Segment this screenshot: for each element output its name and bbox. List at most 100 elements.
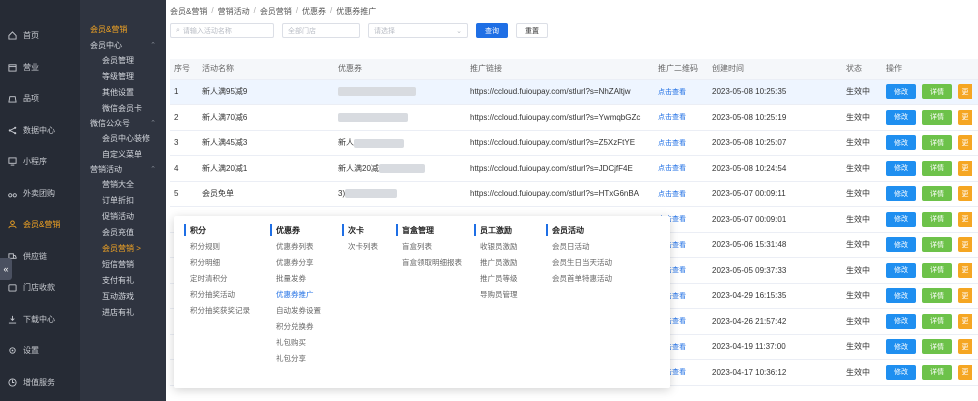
more-button[interactable]: 更: [958, 186, 972, 202]
mega-menu-link[interactable]: 盲盒列表: [396, 241, 462, 252]
nav-item[interactable]: 门店收款: [0, 272, 80, 304]
edit-button[interactable]: 修改: [886, 262, 916, 278]
nav-item[interactable]: 小程序: [0, 146, 80, 178]
submenu-item[interactable]: 进店有礼: [80, 304, 166, 320]
nav-item[interactable]: 营业: [0, 52, 80, 84]
edit-button[interactable]: 修改: [886, 288, 916, 304]
nav-item[interactable]: 供应链: [0, 241, 80, 273]
edit-button[interactable]: 修改: [886, 211, 916, 227]
mega-menu-link[interactable]: 批量发券: [270, 273, 321, 284]
table-row[interactable]: 1 新人满95减9 https://ccloud.fuioupay.com/stlu…: [170, 79, 978, 105]
nav-item[interactable]: 会员&营销: [0, 209, 80, 241]
mega-menu-link[interactable]: 积分明细: [184, 257, 250, 268]
mega-menu-link[interactable]: 优惠券推广: [270, 289, 321, 300]
detail-button[interactable]: 详情: [922, 160, 952, 176]
mega-menu-link[interactable]: 优惠券分享: [270, 257, 321, 268]
edit-button[interactable]: 修改: [886, 339, 916, 355]
nav-item[interactable]: 下载中心: [0, 304, 80, 336]
more-button[interactable]: 更: [958, 237, 972, 253]
view-qr-link[interactable]: 点击查看: [658, 114, 686, 121]
mega-menu-link[interactable]: 收银员激励: [474, 241, 518, 252]
detail-button[interactable]: 详情: [922, 135, 952, 151]
mega-menu-link[interactable]: 导购员管理: [474, 289, 518, 300]
detail-button[interactable]: 详情: [922, 364, 952, 380]
mega-menu-link[interactable]: 自动发券设置: [270, 305, 321, 316]
submenu-item[interactable]: 支付有礼: [80, 272, 166, 288]
promotion-link[interactable]: https://ccloud.fuioupay.com/stlurl?s=Ywm…: [466, 104, 654, 131]
promotion-link[interactable]: https://ccloud.fuioupay.com/stlurl?s=Z5X…: [466, 130, 654, 156]
table-row[interactable]: 4 新人满20减1 新人满20减 https://ccloud.fuioupay.co…: [170, 155, 978, 182]
breadcrumb-item[interactable]: 会员营销: [260, 6, 292, 17]
more-button[interactable]: 更: [958, 313, 972, 329]
edit-button[interactable]: 修改: [886, 364, 916, 380]
nav-item[interactable]: 数据中心: [0, 115, 80, 147]
more-button[interactable]: 更: [958, 160, 972, 176]
promotion-link[interactable]: https://ccloud.fuioupay.com/stlurl?s=NhZ…: [466, 79, 654, 105]
breadcrumb-item[interactable]: 营销活动: [218, 6, 250, 17]
store-select[interactable]: 全部门店: [282, 23, 360, 38]
nav-item[interactable]: 首页: [0, 20, 80, 52]
mega-menu-link[interactable]: 积分规则: [184, 241, 250, 252]
detail-button[interactable]: 详情: [922, 84, 952, 100]
nav-item[interactable]: 品项: [0, 83, 80, 115]
submenu-group[interactable]: 微信公众号 ⌃: [80, 116, 166, 130]
mega-menu-link[interactable]: 优惠券列表: [270, 241, 321, 252]
more-button[interactable]: 更: [958, 84, 972, 100]
mega-menu-link[interactable]: 会员日活动: [546, 241, 612, 252]
edit-button[interactable]: 修改: [886, 160, 916, 176]
table-row[interactable]: 2 新人满70减6 https://ccloud.fuioupay.com/stlu…: [170, 104, 978, 131]
breadcrumb-item[interactable]: 优惠券: [302, 6, 326, 17]
detail-button[interactable]: 详情: [922, 186, 952, 202]
edit-button[interactable]: 修改: [886, 84, 916, 100]
mega-menu-link[interactable]: 积分抽奖活动: [184, 289, 250, 300]
collapse-menu-button[interactable]: «: [0, 258, 12, 280]
submenu-item[interactable]: 微信会员卡: [80, 100, 166, 116]
submenu-item[interactable]: 会员管理: [80, 52, 166, 68]
submenu-item[interactable]: 营销大全: [80, 176, 166, 192]
edit-button[interactable]: 修改: [886, 313, 916, 329]
submenu-item[interactable]: 促销活动: [80, 208, 166, 224]
nav-item[interactable]: 增值服务: [0, 367, 80, 399]
mega-menu-link[interactable]: 礼包购买: [270, 337, 321, 348]
submenu-group[interactable]: 会员中心 ⌃: [80, 38, 166, 52]
promotion-link[interactable]: https://ccloud.fuioupay.com/stlurl?s=JDC…: [466, 155, 654, 182]
table-row[interactable]: 3 新人满45减3 新人 https://ccloud.fuioupay.com/st…: [170, 130, 978, 156]
submenu-item[interactable]: 会员营销 >: [80, 240, 166, 256]
more-button[interactable]: 更: [958, 135, 972, 151]
reset-button[interactable]: 重置: [516, 23, 548, 38]
more-button[interactable]: 更: [958, 364, 972, 380]
mega-menu-link[interactable]: 会员生日当天活动: [546, 257, 612, 268]
mega-menu-link[interactable]: 会员首单特惠活动: [546, 273, 612, 284]
nav-item[interactable]: 外卖团购: [0, 178, 80, 210]
submenu-item[interactable]: 会员中心装修: [80, 130, 166, 146]
mega-menu-link[interactable]: 盲盒领取明细报表: [396, 257, 462, 268]
detail-button[interactable]: 详情: [922, 288, 952, 304]
mega-menu-link[interactable]: 次卡列表: [342, 241, 378, 252]
detail-button[interactable]: 详情: [922, 211, 952, 227]
detail-button[interactable]: 详情: [922, 109, 952, 125]
edit-button[interactable]: 修改: [886, 135, 916, 151]
detail-button[interactable]: 详情: [922, 313, 952, 329]
mega-menu-link[interactable]: 定时清积分: [184, 273, 250, 284]
mega-menu-link[interactable]: 积分抽奖获奖记录: [184, 305, 250, 316]
submenu-item[interactable]: 短信营销: [80, 256, 166, 272]
mega-menu-link[interactable]: 推广员等级: [474, 273, 518, 284]
submenu-item[interactable]: 会员充值: [80, 224, 166, 240]
query-button[interactable]: 查询: [476, 23, 508, 38]
more-button[interactable]: 更: [958, 262, 972, 278]
edit-button[interactable]: 修改: [886, 109, 916, 125]
edit-button[interactable]: 修改: [886, 186, 916, 202]
mega-menu-link[interactable]: 推广员激励: [474, 257, 518, 268]
submenu-item[interactable]: 自定义菜单: [80, 146, 166, 162]
promotion-link[interactable]: https://ccloud.fuioupay.com/stlurl?s=HTx…: [466, 181, 654, 207]
edit-button[interactable]: 修改: [886, 237, 916, 253]
nav-item[interactable]: 设置: [0, 335, 80, 367]
submenu-item[interactable]: 互动游戏: [80, 288, 166, 304]
activity-name-input[interactable]: ⌕ 请输入活动名称: [170, 23, 274, 38]
mega-menu-link[interactable]: 礼包分享: [270, 353, 321, 364]
more-button[interactable]: 更: [958, 288, 972, 304]
view-qr-link[interactable]: 点击查看: [658, 165, 686, 172]
detail-button[interactable]: 详情: [922, 262, 952, 278]
status-select[interactable]: 请选择 ⌄: [368, 23, 468, 38]
breadcrumb-item[interactable]: 会员&营销: [170, 6, 207, 17]
